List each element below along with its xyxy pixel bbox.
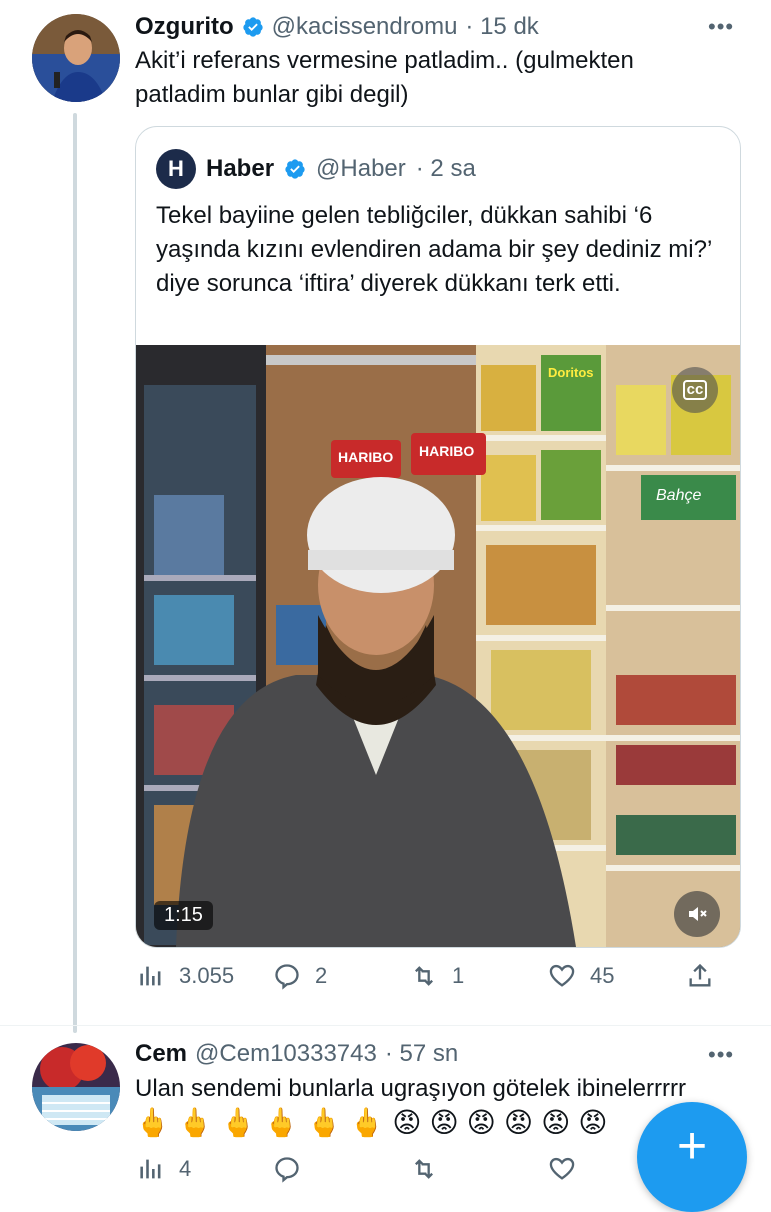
views-button[interactable]: 3.055 xyxy=(137,962,234,990)
thread-connector-line xyxy=(73,113,77,1033)
author-name[interactable]: Ozgurito xyxy=(135,13,234,41)
angry-face-emoji: 😡 xyxy=(578,1107,608,1138)
captions-off-icon[interactable]: cc xyxy=(672,367,718,413)
captions-label: cc xyxy=(682,380,708,400)
angry-face-emoji: 😡 xyxy=(466,1107,496,1138)
views-chart-icon xyxy=(140,1159,161,1179)
plus-icon: + xyxy=(676,1117,708,1175)
quoted-timestamp: · 2 sa xyxy=(415,155,476,182)
middle-finger-emoji: 🖕 xyxy=(306,1107,342,1138)
heart-icon xyxy=(549,1157,575,1180)
reply-views-button[interactable]: 4 xyxy=(137,1155,191,1183)
quoted-author-handle: @Haber xyxy=(316,155,406,182)
reply-like-button[interactable] xyxy=(548,1155,576,1183)
store-sign-bahce: Bahçe xyxy=(656,487,702,504)
quoted-author-name: Haber xyxy=(206,155,275,182)
reply-author-avatar[interactable] xyxy=(32,1043,120,1131)
quoted-tweet-card[interactable]: H Haber @Haber · 2 sa Tekel bayiine gele… xyxy=(135,126,741,948)
reply-bubble-icon xyxy=(275,1157,299,1183)
video-frame-image xyxy=(136,345,740,947)
haber-logo: H xyxy=(156,149,196,189)
reply-retweet-button[interactable] xyxy=(410,1155,438,1183)
avatar-waterfall-image xyxy=(32,1043,120,1131)
video-player[interactable]: HARIBO HARIBO Bahçe Doritos cc 1:15 xyxy=(136,345,740,947)
mute-icon[interactable] xyxy=(674,891,720,937)
share-icon xyxy=(689,963,711,987)
store-sign-haribo-1: HARIBO xyxy=(338,449,394,465)
verified-badge-icon xyxy=(243,17,263,37)
angry-face-emoji: 😡 xyxy=(429,1107,459,1138)
author-avatar[interactable] xyxy=(32,14,120,102)
reply-views-count: 4 xyxy=(179,1156,192,1181)
heart-icon xyxy=(549,964,575,987)
angry-face-emoji: 😡 xyxy=(392,1107,422,1138)
quoted-tweet-text: Tekel bayiine gelen tebliğciler, dükkan … xyxy=(156,202,712,297)
avatar-person-image xyxy=(32,14,120,102)
reply-more-options-icon[interactable]: ••• xyxy=(708,1042,734,1068)
reply-emoji-row: 🖕 🖕 🖕 🖕 🖕 🖕 😡 😡 😡 😡 😡 😡 xyxy=(135,1108,607,1138)
like-button[interactable]: 45 xyxy=(548,962,614,990)
reply-button[interactable]: 2 xyxy=(273,962,327,990)
middle-finger-emoji: 🖕 xyxy=(220,1107,256,1138)
reply-author-name[interactable]: Cem xyxy=(135,1040,187,1068)
tweet-header: Ozgurito @kacissendromu · 15 dk xyxy=(135,12,539,42)
reply-bubble-icon xyxy=(275,964,299,990)
views-count: 3.055 xyxy=(179,963,235,988)
middle-finger-emoji: 🖕 xyxy=(263,1107,299,1138)
compose-tweet-button[interactable]: + xyxy=(637,1102,747,1212)
store-sign-doritos: Doritos xyxy=(548,365,594,380)
angry-face-emoji: 😡 xyxy=(503,1107,534,1138)
retweet-button[interactable]: 1 xyxy=(410,962,464,990)
like-count: 45 xyxy=(590,963,615,988)
retweet-count: 1 xyxy=(452,963,465,988)
reply-reply-button[interactable] xyxy=(273,1155,301,1183)
middle-finger-emoji: 🖕 xyxy=(135,1107,170,1138)
middle-finger-emoji: 🖕 xyxy=(177,1107,213,1138)
tweet-text: Akit’i referans vermesine patladim.. (gu… xyxy=(135,47,634,108)
video-duration-badge: 1:15 xyxy=(154,901,213,930)
tweet-more-options-icon[interactable]: ••• xyxy=(708,14,734,40)
share-button[interactable] xyxy=(686,962,714,990)
verified-badge-icon xyxy=(285,159,305,179)
angry-face-emoji: 😡 xyxy=(541,1107,571,1138)
retweet-icon xyxy=(415,1159,433,1179)
reply-text: Ulan sendemi bunlarla ugraşıyon götelek … xyxy=(135,1075,686,1102)
middle-finger-emoji: 🖕 xyxy=(349,1107,385,1138)
quoted-tweet-header: H Haber @Haber · 2 sa xyxy=(156,149,476,189)
reply-author-handle[interactable]: @Cem10333743 xyxy=(195,1040,377,1068)
views-chart-icon xyxy=(140,966,161,986)
retweet-icon xyxy=(415,966,433,986)
store-sign-haribo-2: HARIBO xyxy=(419,443,475,459)
tweet-timestamp[interactable]: · 15 dk xyxy=(465,13,538,41)
reply-count: 2 xyxy=(315,963,328,988)
reply-header: Cem @Cem10333743 · 57 sn xyxy=(135,1040,458,1068)
author-handle[interactable]: @kacissendromu xyxy=(272,13,458,41)
tweet-divider xyxy=(0,1025,771,1026)
reply-timestamp[interactable]: · 57 sn xyxy=(385,1040,458,1068)
